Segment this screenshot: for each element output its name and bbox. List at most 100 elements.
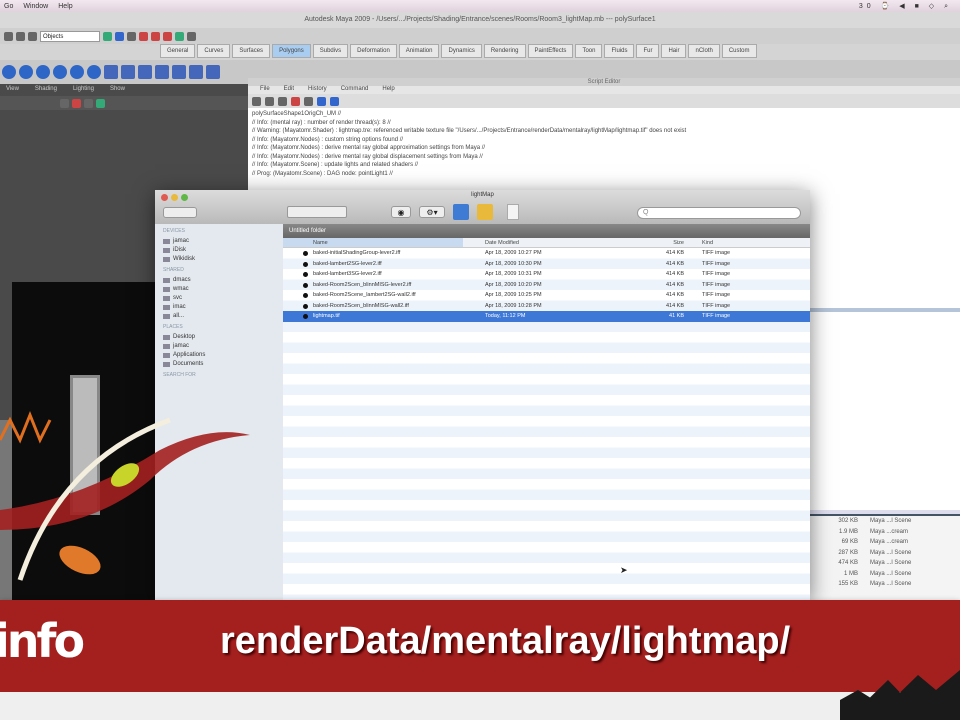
list-item[interactable]: 302 KB Maya ...l Scene bbox=[810, 516, 960, 527]
sidebar-item[interactable]: wmac bbox=[155, 284, 283, 293]
shelf-tab-painteffects[interactable]: PaintEffects bbox=[527, 44, 574, 58]
sidebar-item[interactable]: dmacs bbox=[155, 275, 283, 284]
shelf-tab-fluids[interactable]: Fluids bbox=[604, 44, 635, 58]
file-row[interactable]: baked-Room2Scen_blinnMISG-lever2.iff Apr … bbox=[283, 280, 810, 291]
menu-help[interactable]: Help bbox=[58, 3, 72, 10]
shelf-tab-curves[interactable]: Curves bbox=[197, 44, 231, 58]
shelf-tab-general[interactable]: General bbox=[160, 44, 196, 58]
shelf-tab-toon[interactable]: Toon bbox=[575, 44, 603, 58]
shelf-tab-fur[interactable]: Fur bbox=[636, 44, 660, 58]
clear-history-icon[interactable] bbox=[291, 96, 300, 106]
folder-shortcut-icon[interactable] bbox=[453, 204, 469, 220]
se-menu-history[interactable]: History bbox=[308, 86, 327, 94]
list-item[interactable]: 155 KB Maya ...l Scene bbox=[810, 579, 960, 590]
smooth-icon[interactable] bbox=[155, 65, 169, 79]
poly-torus-icon[interactable] bbox=[87, 65, 101, 79]
search-input[interactable]: Q bbox=[637, 207, 801, 219]
list-item[interactable]: 474 KB Maya ...l Scene bbox=[810, 558, 960, 569]
new-scene-icon[interactable] bbox=[4, 31, 13, 41]
viewport-menu-shading[interactable]: Shading bbox=[35, 86, 57, 96]
viewport-menu-view[interactable]: View bbox=[6, 86, 19, 96]
shelf-tab-deformation[interactable]: Deformation bbox=[350, 44, 397, 58]
poly-sphere-icon[interactable] bbox=[2, 65, 16, 79]
menu-go[interactable]: Go bbox=[4, 3, 13, 10]
se-menu-help[interactable]: Help bbox=[382, 86, 394, 94]
sidebar-item[interactable]: Documents bbox=[155, 359, 283, 368]
quick-look-icon[interactable]: ◉ bbox=[391, 206, 411, 218]
se-menu-command[interactable]: Command bbox=[341, 86, 369, 94]
list-item[interactable]: 1 MB Maya ...l Scene bbox=[810, 569, 960, 580]
se-menu-file[interactable]: File bbox=[260, 86, 270, 94]
sidebar-item[interactable]: svc bbox=[155, 293, 283, 302]
render-settings-icon[interactable] bbox=[163, 31, 172, 41]
poly-cube-icon[interactable] bbox=[19, 65, 33, 79]
shelf-tab-subdivs[interactable]: Subdivs bbox=[312, 44, 349, 58]
render-icon[interactable] bbox=[139, 31, 148, 41]
texture-icon[interactable] bbox=[96, 98, 105, 108]
document-shortcut-icon[interactable] bbox=[507, 204, 519, 220]
shelf-tab-rendering[interactable]: Rendering bbox=[483, 44, 526, 58]
snap-icon[interactable] bbox=[115, 31, 124, 41]
column-kind[interactable]: Kind bbox=[688, 238, 810, 247]
shelf-tab-polygons[interactable]: Polygons bbox=[272, 44, 311, 58]
sidebar-item[interactable]: Desktop bbox=[155, 332, 283, 341]
sidebar-item[interactable]: jamac bbox=[155, 341, 283, 350]
hypershade-icon[interactable] bbox=[175, 31, 184, 41]
poly-cone-icon[interactable] bbox=[53, 65, 67, 79]
execute-all-icon[interactable] bbox=[317, 96, 326, 106]
combine-icon[interactable] bbox=[104, 65, 118, 79]
save-script-icon[interactable] bbox=[278, 96, 287, 106]
script-editor-history[interactable]: polySurfaceShape1OrigCh_UM // // Info: (… bbox=[252, 110, 952, 178]
file-row[interactable]: baked-initialShadingGroup-lever2.iff Apr … bbox=[283, 248, 810, 259]
extract-icon[interactable] bbox=[138, 65, 152, 79]
bridge-icon[interactable] bbox=[189, 65, 203, 79]
clear-input-icon[interactable] bbox=[304, 96, 313, 106]
shelf-tab-surfaces[interactable]: Surfaces bbox=[232, 44, 271, 58]
menu-window[interactable]: Window bbox=[23, 3, 48, 10]
ipr-render-icon[interactable] bbox=[151, 31, 160, 41]
list-item[interactable]: 69 KB Maya ...cream bbox=[810, 537, 960, 548]
extrude-icon[interactable] bbox=[172, 65, 186, 79]
sidebar-item[interactable]: jamac bbox=[155, 236, 283, 245]
select-mask-icon[interactable] bbox=[103, 31, 112, 41]
file-row[interactable]: baked-Room2Scene_lambert2SG-wall2.iff Apr… bbox=[283, 290, 810, 301]
column-date[interactable]: Date Modified bbox=[463, 238, 613, 247]
append-icon[interactable] bbox=[206, 65, 220, 79]
selection-mode-field[interactable]: Objects bbox=[40, 30, 100, 42]
file-row[interactable]: baked-lambert2SG-lever2.iff Apr 18, 2009 … bbox=[283, 259, 810, 270]
poly-cylinder-icon[interactable] bbox=[36, 65, 50, 79]
sidebar-item[interactable]: all... bbox=[155, 311, 283, 320]
history-icon[interactable] bbox=[127, 31, 136, 41]
sidebar-item[interactable]: Applications bbox=[155, 350, 283, 359]
shelf-tab-dynamics[interactable]: Dynamics bbox=[441, 44, 482, 58]
column-size[interactable]: Size bbox=[613, 238, 688, 247]
finder-titlebar[interactable]: lightMap ◉ ⚙▾ Q bbox=[155, 190, 810, 224]
file-row[interactable]: baked-Room2Scen_blinnMISG-wall2.iff Apr 1… bbox=[283, 301, 810, 312]
separate-icon[interactable] bbox=[121, 65, 135, 79]
file-row-selected[interactable]: lightmap.tif Today, 11:12 PM 41 KB TIFF ima… bbox=[283, 311, 810, 322]
viewport-menu-show[interactable]: Show bbox=[110, 86, 125, 96]
sidebar-item[interactable]: iDisk bbox=[155, 245, 283, 254]
camera-icon[interactable] bbox=[60, 98, 69, 108]
shelf-tab-ncloth[interactable]: nCloth bbox=[688, 44, 720, 58]
channel-box-icon[interactable] bbox=[187, 31, 196, 41]
shelf-tab-custom[interactable]: Custom bbox=[721, 44, 757, 58]
sidebar-item[interactable]: imac bbox=[155, 302, 283, 311]
list-item[interactable]: 287 KB Maya ...l Scene bbox=[810, 548, 960, 559]
open-script-icon[interactable] bbox=[252, 96, 261, 106]
viewport-menu-lighting[interactable]: Lighting bbox=[73, 86, 94, 96]
save-scene-icon[interactable] bbox=[28, 31, 37, 41]
se-menu-edit[interactable]: Edit bbox=[284, 86, 294, 94]
shading-icon[interactable] bbox=[72, 98, 81, 108]
open-scene-icon[interactable] bbox=[16, 31, 25, 41]
poly-plane-icon[interactable] bbox=[70, 65, 84, 79]
action-gear-icon[interactable]: ⚙▾ bbox=[419, 206, 445, 218]
app-shortcut-icon[interactable] bbox=[477, 204, 493, 220]
list-item[interactable]: 1.9 MB Maya ...cream bbox=[810, 527, 960, 538]
file-row[interactable]: baked-lambert3SG-lever2.iff Apr 18, 2009 … bbox=[283, 269, 810, 280]
view-mode-buttons[interactable] bbox=[287, 206, 347, 218]
source-script-icon[interactable] bbox=[265, 96, 274, 106]
back-forward-buttons[interactable] bbox=[163, 207, 197, 218]
execute-icon[interactable] bbox=[330, 96, 339, 106]
shelf-tab-animation[interactable]: Animation bbox=[398, 44, 440, 58]
